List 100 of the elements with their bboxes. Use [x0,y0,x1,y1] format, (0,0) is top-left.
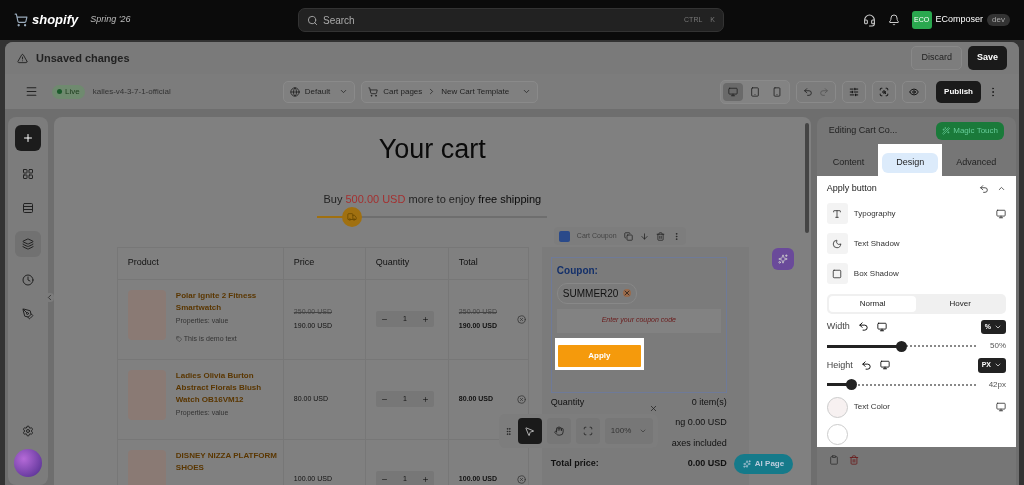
page-dropdown[interactable]: Cart pages New Cart Template [361,80,539,103]
sliders-button[interactable] [842,80,867,103]
monitor-icon[interactable] [879,360,890,371]
store-name[interactable]: EComposer [935,13,984,27]
magic-touch-button[interactable]: Magic Touch [936,121,1004,140]
coupon-chip: SUMMER20 [556,282,638,304]
collapse-icon[interactable] [44,293,54,302]
breadcrumb-item: New Cart Template [441,85,510,98]
slider[interactable] [826,340,976,352]
style-option[interactable]: Box Shadow [826,261,1006,286]
globe-icon [289,86,300,97]
close-icon[interactable] [648,404,658,413]
remove-icon[interactable] [516,394,526,404]
theme-dropdown[interactable]: Default [282,80,356,103]
crescent-icon [826,233,848,254]
summary-label: Quantity [550,395,585,409]
warning-icon [17,52,28,64]
slider-value: 50% [989,340,1006,352]
desktop-view-button[interactable] [723,82,744,101]
plus-icon[interactable] [421,475,429,483]
sparkle-button[interactable] [771,248,794,270]
clock-icon [21,274,34,286]
rail-button[interactable] [14,231,41,257]
drag-handle-icon[interactable] [503,426,513,436]
reset-icon[interactable] [857,321,869,333]
undo-icon[interactable] [803,86,814,97]
slider-label: Width [826,320,850,333]
logo: shopify [32,11,79,30]
color-swatch[interactable] [826,396,848,418]
panel-tab[interactable]: Advanced [946,152,1007,173]
shipping-message: Buy 500.00 USD more to enjoy free shipping [323,192,542,207]
assistant-orb[interactable] [13,449,42,477]
support-icon[interactable] [862,13,876,27]
store-badge: dev [987,14,1010,26]
remove-coupon-icon[interactable] [623,289,632,297]
slider-value: 42px [987,378,1006,391]
tag-icon [175,336,182,343]
bag-icon [14,13,28,27]
plus-icon[interactable] [421,395,429,403]
option-label: Text Color [853,401,890,413]
option-label: Box Shadow [853,267,899,280]
save-button[interactable]: Save [967,46,1007,70]
preview-button[interactable] [902,80,927,103]
coupon-title: Coupon: [556,263,599,278]
remove-icon[interactable] [516,314,526,324]
layers-icon [21,238,34,250]
style-option[interactable]: Text Shadow [826,231,1006,256]
pointer-tool-button[interactable] [517,418,542,444]
column-header: Quantity [364,247,448,279]
panel-title: Editing Cart Co... [828,123,898,137]
monitor-icon[interactable] [996,208,1006,219]
publish-button[interactable]: Publish [936,80,981,103]
square-icon [826,263,848,284]
summary-value: ng 0.00 USD [675,416,727,429]
eye-icon [909,86,920,97]
product-link[interactable]: Ladies Olivia Burton Abstract Florals Blush Watch OB16VM12 [175,369,283,406]
bell-icon[interactable] [887,14,900,26]
summary-value: 0 item(s) [691,395,727,409]
slider[interactable] [826,378,976,391]
state-tab[interactable]: Hover [916,295,1004,312]
scan-icon [582,426,593,436]
slider-thumb[interactable] [845,379,857,390]
plus-icon[interactable] [421,315,429,323]
menu-icon[interactable] [25,85,38,98]
move-down-icon[interactable] [639,231,649,241]
panel-tab[interactable]: Design [882,152,939,173]
panel-tab[interactable]: Content [822,152,875,173]
inspect-button[interactable] [872,80,897,103]
scan-search-icon [879,86,890,97]
slider-thumb[interactable] [896,340,908,352]
ai-page-button[interactable]: AI Page [733,454,794,474]
reset-icon[interactable] [860,359,872,371]
delete-icon[interactable] [848,455,859,465]
hand-icon [553,426,564,436]
state-tab[interactable]: Normal [828,295,917,312]
caret-icon [639,427,648,435]
clipboard-icon[interactable] [828,455,839,465]
summary-label: Total price: [550,457,599,470]
style-option[interactable]: Typography [826,201,1006,226]
remove-icon[interactable] [516,474,526,484]
tablet-icon [750,86,761,97]
sparkle-icon [742,460,751,468]
monitor-icon [728,86,739,97]
monitor-icon[interactable] [996,402,1006,412]
product-link[interactable]: Polar Ignite 2 Fitness Smartwatch [175,289,283,314]
duplicate-icon[interactable] [623,231,633,241]
add-button[interactable] [14,125,41,151]
type-icon [826,203,848,224]
column-header: Total [447,247,530,279]
hand-tool-button[interactable] [546,418,571,444]
grid-icon [21,168,34,180]
summary-value: axes included [671,436,727,450]
settings-icon[interactable] [21,425,34,437]
product-link[interactable]: DISNEY NIZZA PLATFORM SHOES [175,449,283,474]
apply-button[interactable]: Apply [557,344,641,367]
delete-icon[interactable] [655,231,665,241]
breadcrumb-item: Cart pages [383,85,423,98]
discard-button[interactable]: Discard [911,46,962,70]
monitor-icon[interactable] [876,321,887,332]
live-badge: Live [52,84,85,99]
